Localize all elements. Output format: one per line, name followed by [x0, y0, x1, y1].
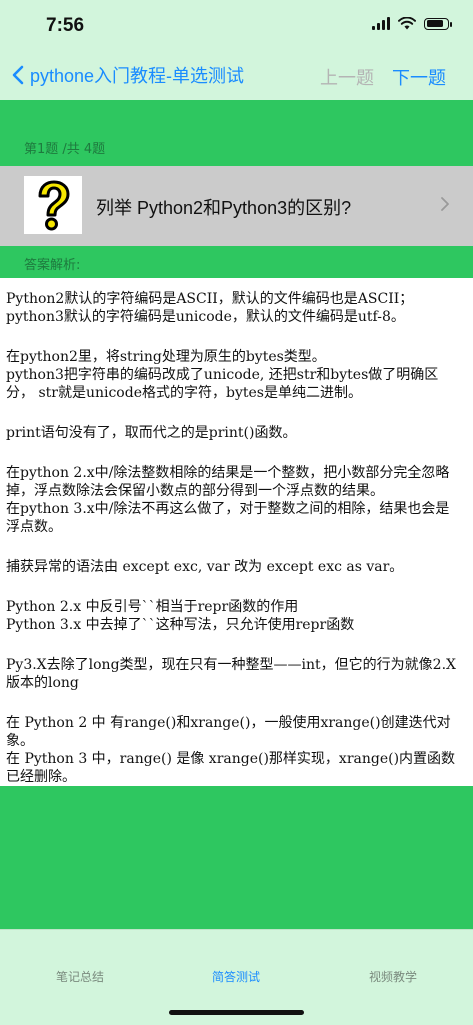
signal-icon [372, 17, 390, 30]
answer-paragraph: 捕获异常的语法由 except exc, var 改为 except exc a… [6, 559, 404, 575]
back-chevron-icon [12, 65, 24, 85]
answer-label: 答案解析: [24, 258, 81, 273]
answer-paragraph: 在 Python 2 中 有range()和xrange()，一般使用xrang… [6, 715, 456, 785]
question-mark-icon [24, 176, 82, 234]
answer-paragraph: 在python 2.x中/除法整数相除的结果是一个整数，把小数部分完全忽略掉，浮… [6, 465, 450, 535]
tab-video-tutorial[interactable]: 视频教学 [369, 968, 417, 985]
question-header: 第1题 /共 4题 [0, 100, 473, 166]
question-text: 列举 Python2和Python3的区别? [96, 198, 352, 218]
tab-notes-summary[interactable]: 笔记总结 [56, 968, 104, 985]
status-time: 7:56 [46, 15, 85, 36]
previous-question-button[interactable]: 上一题 [320, 64, 374, 90]
battery-icon [424, 17, 452, 30]
answer-paragraph: Python2默认的字符编码是ASCII，默认的文件编码也是ASCII； pyt… [6, 291, 414, 325]
answer-paragraph: Py3.X去除了long类型，现在只有一种整型——int，但它的行为就像2.X版… [6, 657, 456, 691]
tab-short-answer-test[interactable]: 简答测试 [212, 968, 260, 985]
answer-paragraph: Python 2.x 中反引号``相当于repr函数的作用 Python 3.x… [6, 599, 355, 633]
back-button-label: pythone入门教程-单选测试 [30, 66, 245, 86]
back-button[interactable]: pythone入门教程-单选测试 [12, 62, 244, 88]
answer-paragraph: print语句没有了，取而代之的是print()函数。 [6, 425, 297, 441]
answer-paragraph: 在python2里，将string处理为原生的bytes类型。 python3把… [6, 349, 439, 401]
question-count: 第1题 /共 4题 [24, 142, 106, 157]
answer-text-area: Python2默认的字符编码是ASCII，默认的文件编码也是ASCII； pyt… [0, 278, 473, 786]
home-indicator [169, 1010, 304, 1015]
status-icons [372, 17, 452, 30]
navigation-bar: pythone入门教程-单选测试 上一题 下一题 [0, 50, 473, 100]
content-footer [0, 786, 473, 929]
wifi-icon [398, 17, 416, 30]
chevron-right-icon [441, 197, 449, 211]
question-card[interactable]: 列举 Python2和Python3的区别? [0, 166, 473, 246]
answer-label-bar: 答案解析: [0, 246, 473, 278]
next-question-button[interactable]: 下一题 [392, 64, 446, 90]
status-bar: 7:56 [0, 0, 473, 50]
